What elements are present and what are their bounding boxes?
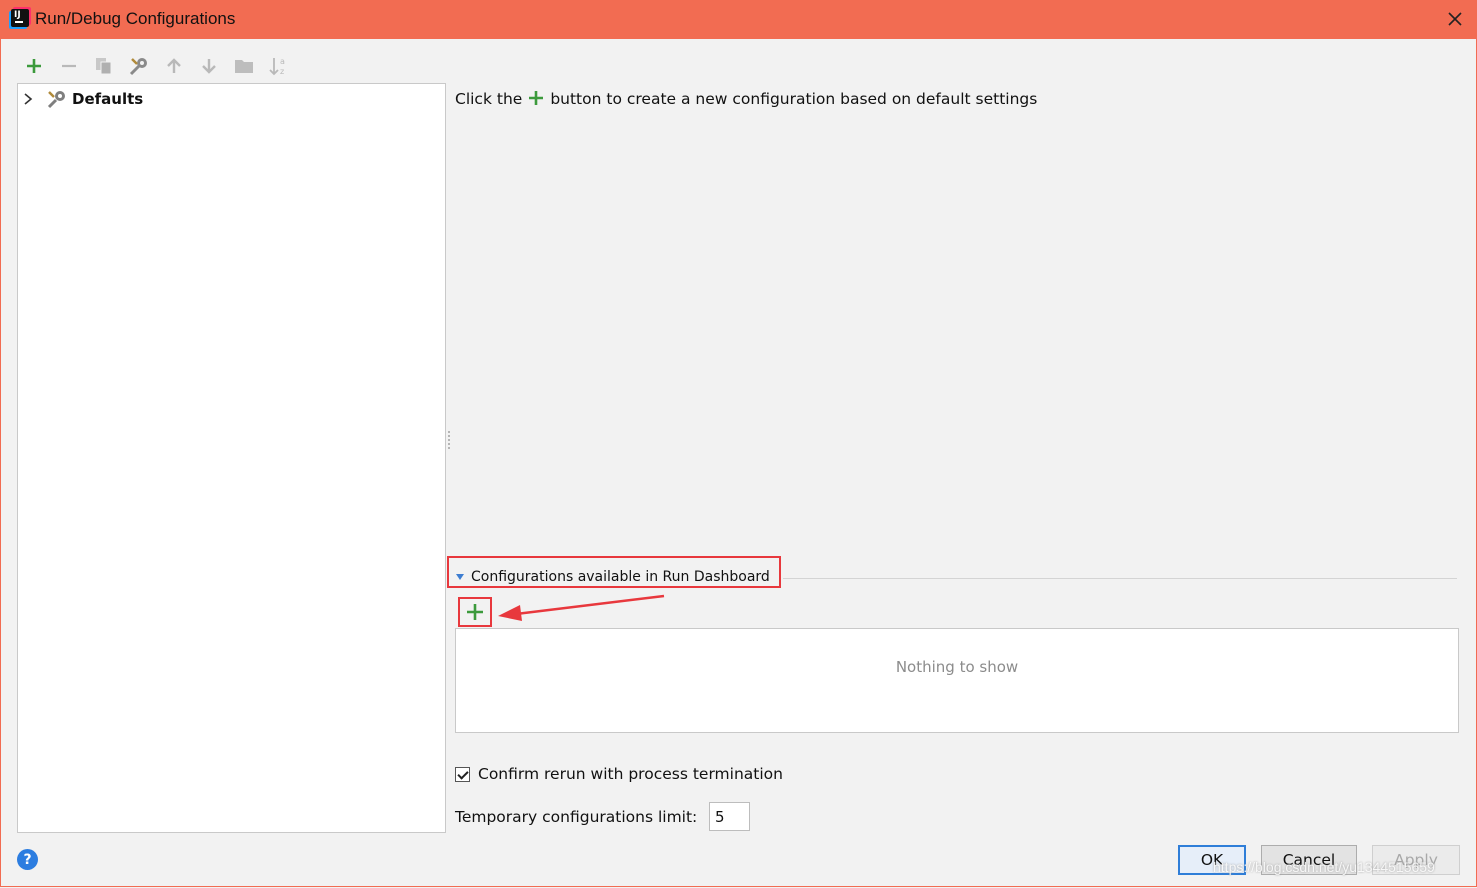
- chevron-right-icon[interactable]: [22, 92, 34, 106]
- confirm-rerun-label[interactable]: Confirm rerun with process termination: [478, 765, 783, 783]
- move-up-icon: [167, 58, 181, 73]
- close-icon[interactable]: [1442, 6, 1468, 32]
- dashboard-configurations-list[interactable]: [455, 628, 1459, 733]
- edit-defaults-icon: [129, 58, 147, 76]
- collapse-triangle-icon[interactable]: [456, 574, 464, 580]
- sort-icon: a z: [269, 57, 285, 76]
- create-folder-button[interactable]: [233, 55, 255, 77]
- inline-add-icon: [527, 89, 545, 107]
- watermark-text: https://blog.csdn.net/yu1344515659: [1213, 859, 1435, 875]
- tree-item-defaults[interactable]: Defaults: [22, 88, 143, 110]
- hint-prefix: Click the: [455, 90, 523, 108]
- confirm-rerun-checkbox[interactable]: [455, 767, 470, 782]
- copy-configuration-button[interactable]: [93, 55, 115, 77]
- move-down-button[interactable]: [198, 55, 220, 77]
- section-divider: [783, 578, 1457, 579]
- remove-icon: [62, 64, 76, 68]
- folder-icon: [235, 60, 253, 73]
- move-down-icon: [202, 59, 216, 74]
- svg-text:z: z: [280, 67, 284, 76]
- remove-configuration-button[interactable]: [58, 55, 80, 77]
- panel-splitter-handle[interactable]: [447, 430, 451, 452]
- add-dashboard-type-button[interactable]: [458, 597, 492, 627]
- move-up-button[interactable]: [163, 55, 185, 77]
- configuration-tree[interactable]: [17, 83, 446, 833]
- tree-item-label: Defaults: [72, 90, 144, 108]
- annotation-arrow: [498, 594, 665, 621]
- run-dashboard-section-title[interactable]: Configurations available in Run Dashboar…: [471, 569, 770, 585]
- add-configuration-button[interactable]: [23, 55, 45, 77]
- sort-configurations-button[interactable]: a z: [268, 55, 290, 77]
- hint-suffix: button to create a new configuration bas…: [550, 90, 1038, 108]
- empty-state-hint: Click the button to create a new configu…: [455, 90, 1037, 108]
- help-icon[interactable]: ?: [17, 849, 38, 870]
- edit-defaults-button[interactable]: [128, 55, 150, 77]
- add-icon: [467, 604, 483, 620]
- svg-text:a: a: [280, 57, 285, 66]
- empty-list-text: Nothing to show: [895, 658, 1019, 676]
- window-title: Run/Debug Configurations: [35, 9, 236, 28]
- wrench-gear-icon: [47, 91, 65, 109]
- add-icon: [27, 59, 41, 73]
- temp-limit-input[interactable]: [709, 802, 750, 831]
- temp-limit-label: Temporary configurations limit:: [455, 808, 698, 826]
- intellij-app-icon: IJ: [11, 9, 29, 27]
- copy-icon: [96, 58, 112, 75]
